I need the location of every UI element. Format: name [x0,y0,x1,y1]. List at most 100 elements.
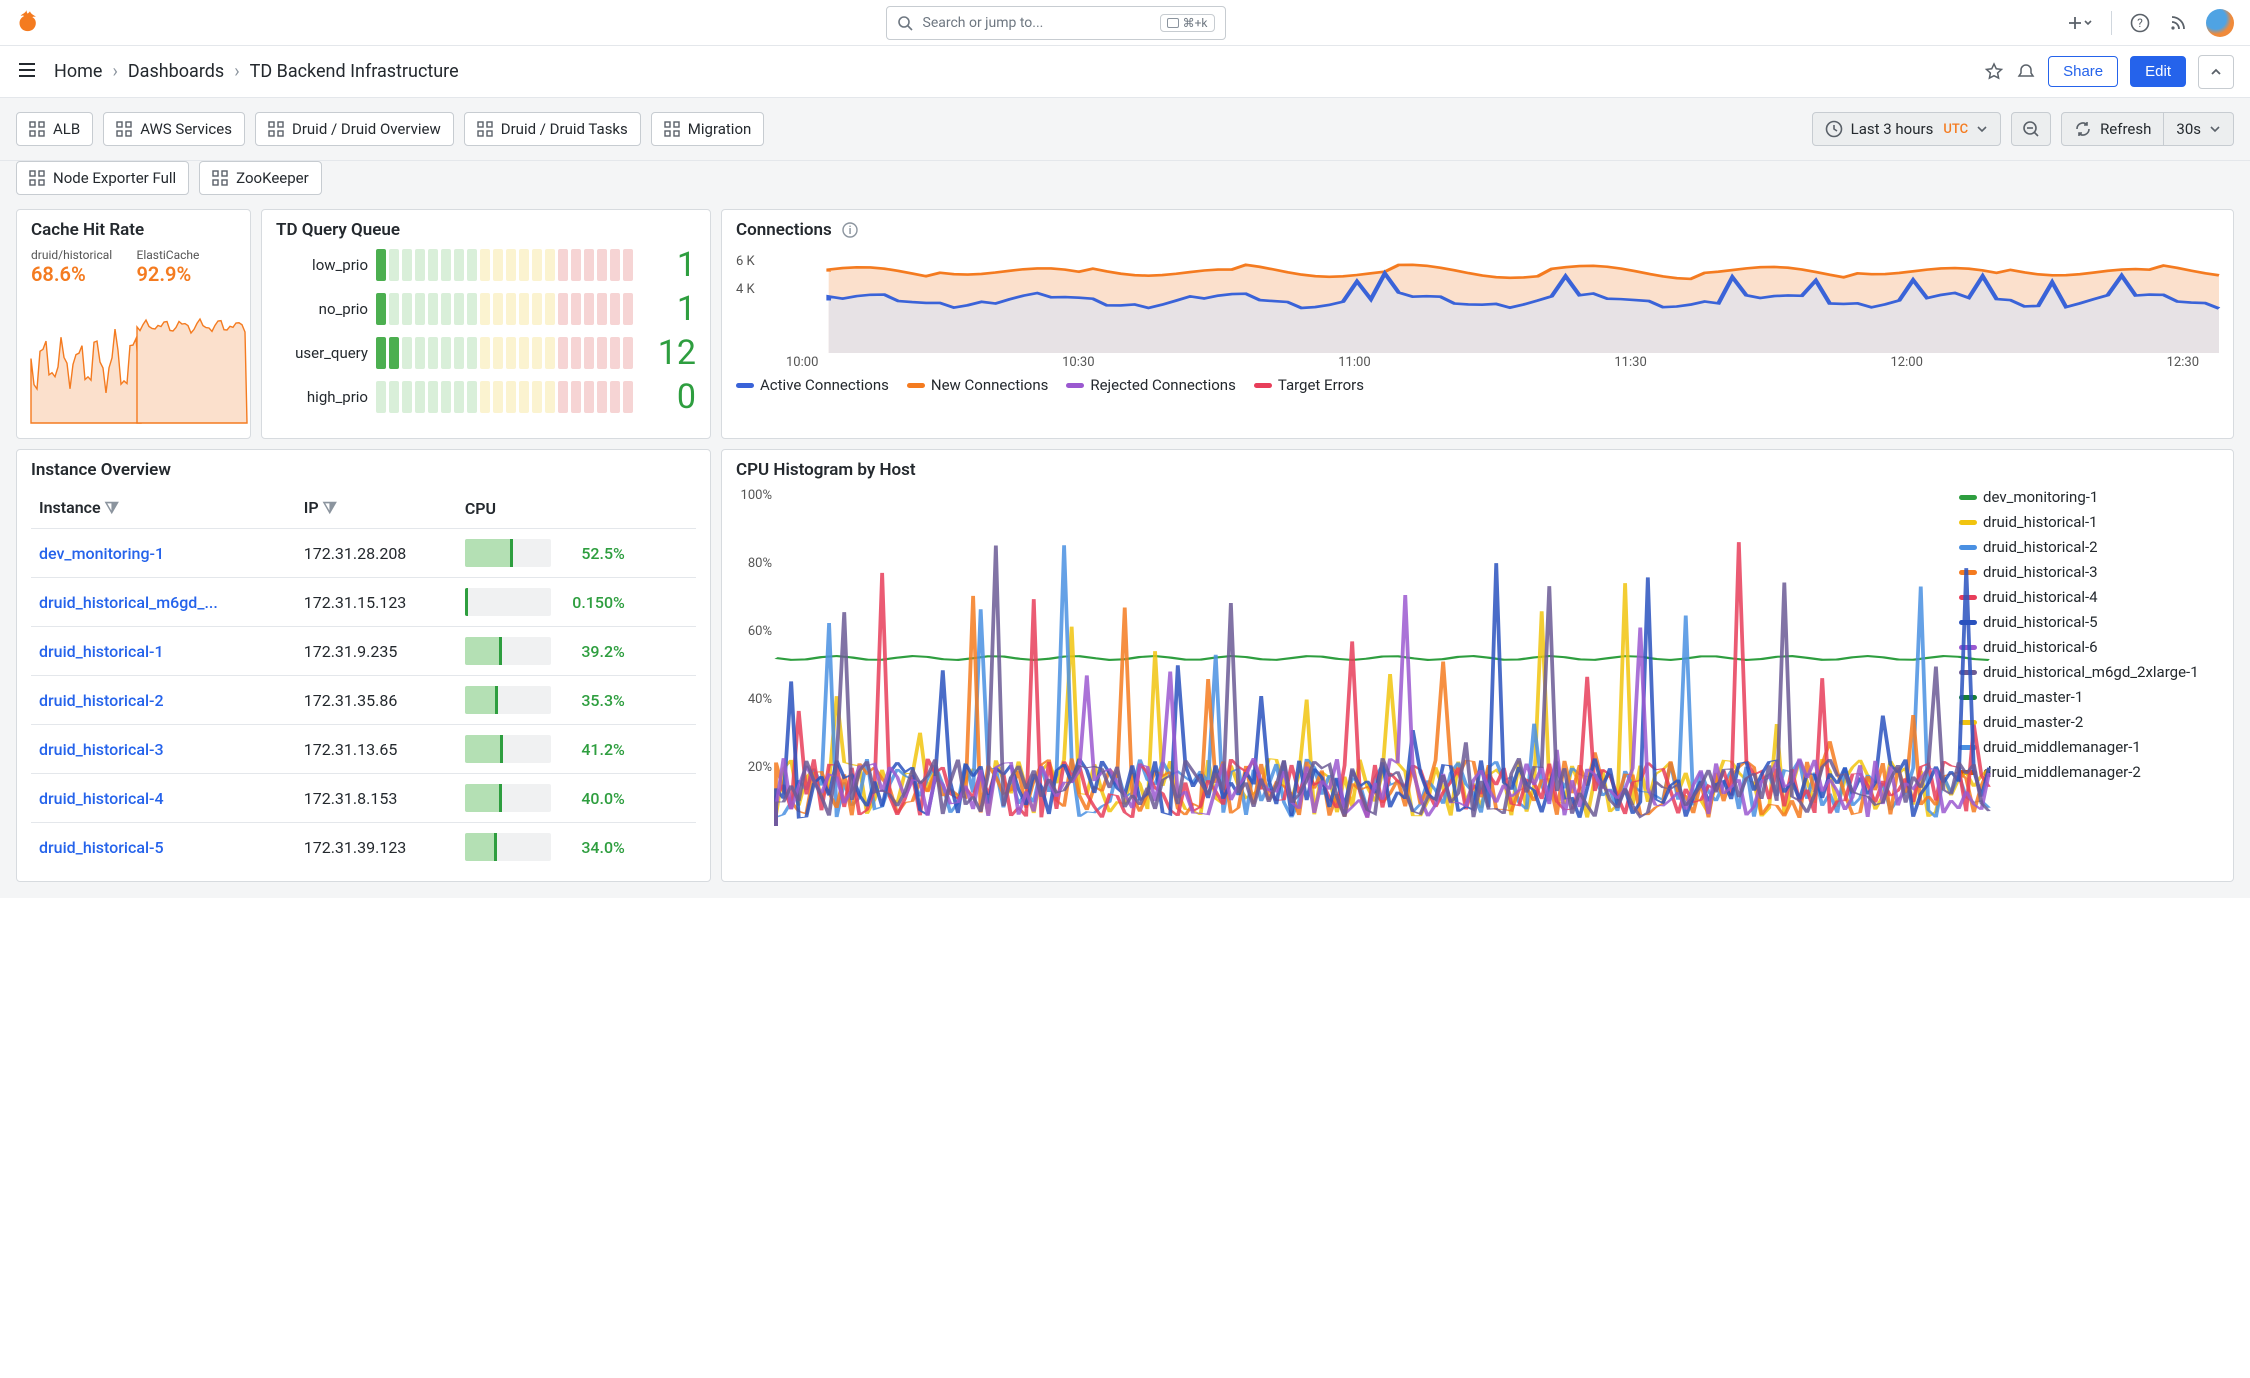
time-tz: UTC [1943,122,1968,137]
grid-icon [664,121,680,137]
search-placeholder: Search or jump to... [923,15,1044,31]
svg-text:i: i [848,224,851,237]
queue-cell [454,337,464,369]
svg-text:?: ? [2137,16,2143,30]
queue-cell [415,337,425,369]
y-tick: 20% [748,760,772,775]
y-tick: 80% [748,556,772,571]
legend-label: Rejected Connections [1090,376,1235,394]
share-button[interactable]: Share [2048,56,2118,87]
instance-link[interactable]: dev_monitoring-1 [39,544,164,563]
legend-item[interactable]: druid_historical_m6gd_2xlarge-1 [1959,663,2219,681]
dashboard-link[interactable]: Druid / Druid Overview [255,112,454,146]
queue-cell [623,381,633,413]
rss-icon [2168,13,2188,33]
cpu-gauge [465,539,551,567]
sparkline [137,308,247,423]
dashboard-link[interactable]: Migration [651,112,765,146]
instance-ip: 172.31.9.235 [296,627,457,676]
instance-link[interactable]: druid_historical-2 [39,691,164,710]
instance-ip: 172.31.28.208 [296,529,457,578]
legend-item[interactable]: druid_master-1 [1959,688,2219,706]
avatar[interactable] [2206,9,2234,37]
legend-item[interactable]: druid_historical-6 [1959,638,2219,656]
legend-item[interactable]: Active Connections [736,376,889,394]
legend-item[interactable]: Rejected Connections [1066,376,1235,394]
legend-item[interactable]: druid_historical-4 [1959,588,2219,606]
chevron-down-icon [1976,123,1988,135]
cache-stat: ElastiCache92.9% [137,248,237,423]
dashboard-link[interactable]: ALB [16,112,93,146]
refresh-label: Refresh [2100,120,2151,138]
legend-item[interactable]: druid_historical-2 [1959,538,2219,556]
col-ip[interactable]: IP⧩ [296,488,457,529]
toolbar-row-2: Node Exporter Full ZooKeeper [0,161,2250,209]
panel-cpu-histogram: CPU Histogram by Host 100%80%60%40%20% d… [721,449,2234,882]
cache-stat: druid/historical68.6% [31,248,131,423]
legend-item[interactable]: druid_historical-5 [1959,613,2219,631]
queue-cell [558,293,568,325]
panel-title: CPU Histogram by Host [736,460,2219,480]
col-instance[interactable]: Instance⧩ [31,488,296,529]
time-range-picker[interactable]: Last 3 hours UTC [1812,112,2001,146]
dashboard-link[interactable]: ZooKeeper [199,161,322,195]
legend-item[interactable]: dev_monitoring-1 [1959,488,2219,506]
refresh-interval-picker[interactable]: 30s [2164,112,2234,146]
queue-cell [532,293,542,325]
favorite-button[interactable] [1984,62,2004,82]
dashboard-link[interactable]: AWS Services [103,112,245,146]
zoom-out-button[interactable] [2011,112,2051,146]
instance-link[interactable]: druid_historical_m6gd_... [39,593,218,612]
queue-cell [493,337,503,369]
grid-icon [212,170,228,186]
dashboard-link[interactable]: Druid / Druid Tasks [464,112,641,146]
cpu-value: 41.2% [561,740,625,759]
queue-cell [389,337,399,369]
collapse-button[interactable] [2198,55,2234,89]
legend-swatch [1066,383,1084,388]
crumb-dashboards[interactable]: Dashboards [128,61,224,82]
y-tick: 4 K [736,282,755,297]
instance-link[interactable]: druid_historical-3 [39,740,164,759]
legend-item[interactable]: Target Errors [1254,376,1364,394]
refresh-button[interactable]: Refresh [2061,112,2164,146]
instance-link[interactable]: druid_historical-4 [39,789,164,808]
bell-icon [2016,62,2036,82]
help-button[interactable]: ? [2130,13,2150,33]
queue-cell [610,337,620,369]
filter-icon[interactable]: ⧩ [105,498,119,517]
queue-cell [467,337,477,369]
legend-item[interactable]: druid_historical-1 [1959,513,2219,531]
filter-icon[interactable]: ⧩ [323,498,337,517]
link-label: Druid / Druid Tasks [501,120,628,138]
col-cpu[interactable]: CPU [457,488,696,529]
instance-link[interactable]: druid_historical-1 [39,642,164,661]
info-icon[interactable]: i [842,222,858,238]
keyboard-icon [1167,18,1179,28]
legend-item[interactable]: druid_middlemanager-2 [1959,763,2219,781]
grafana-logo-icon[interactable] [16,9,44,37]
dashboard-link[interactable]: Node Exporter Full [16,161,189,195]
crumb-home[interactable]: Home [54,61,102,82]
menu-button[interactable] [16,59,38,85]
legend-item[interactable]: druid_middlemanager-1 [1959,738,2219,756]
queue-cell [532,381,542,413]
queue-cell [376,337,386,369]
legend-swatch [907,383,925,388]
queue-row: high_prio0 [276,380,696,414]
legend-item[interactable]: New Connections [907,376,1048,394]
alerts-button[interactable] [2016,62,2036,82]
edit-button[interactable]: Edit [2130,56,2186,87]
queue-cell [428,381,438,413]
instance-ip: 172.31.39.123 [296,823,457,872]
search-input[interactable]: Search or jump to... ⌘+k [886,6,1226,40]
add-button[interactable] [2067,15,2093,31]
instance-link[interactable]: druid_historical-5 [39,838,164,857]
x-tick: 10:30 [1062,355,1094,370]
queue-cell [506,337,516,369]
queue-cell [597,293,607,325]
news-button[interactable] [2168,13,2188,33]
legend-item[interactable]: druid_master-2 [1959,713,2219,731]
queue-label: high_prio [276,388,368,406]
legend-item[interactable]: druid_historical-3 [1959,563,2219,581]
